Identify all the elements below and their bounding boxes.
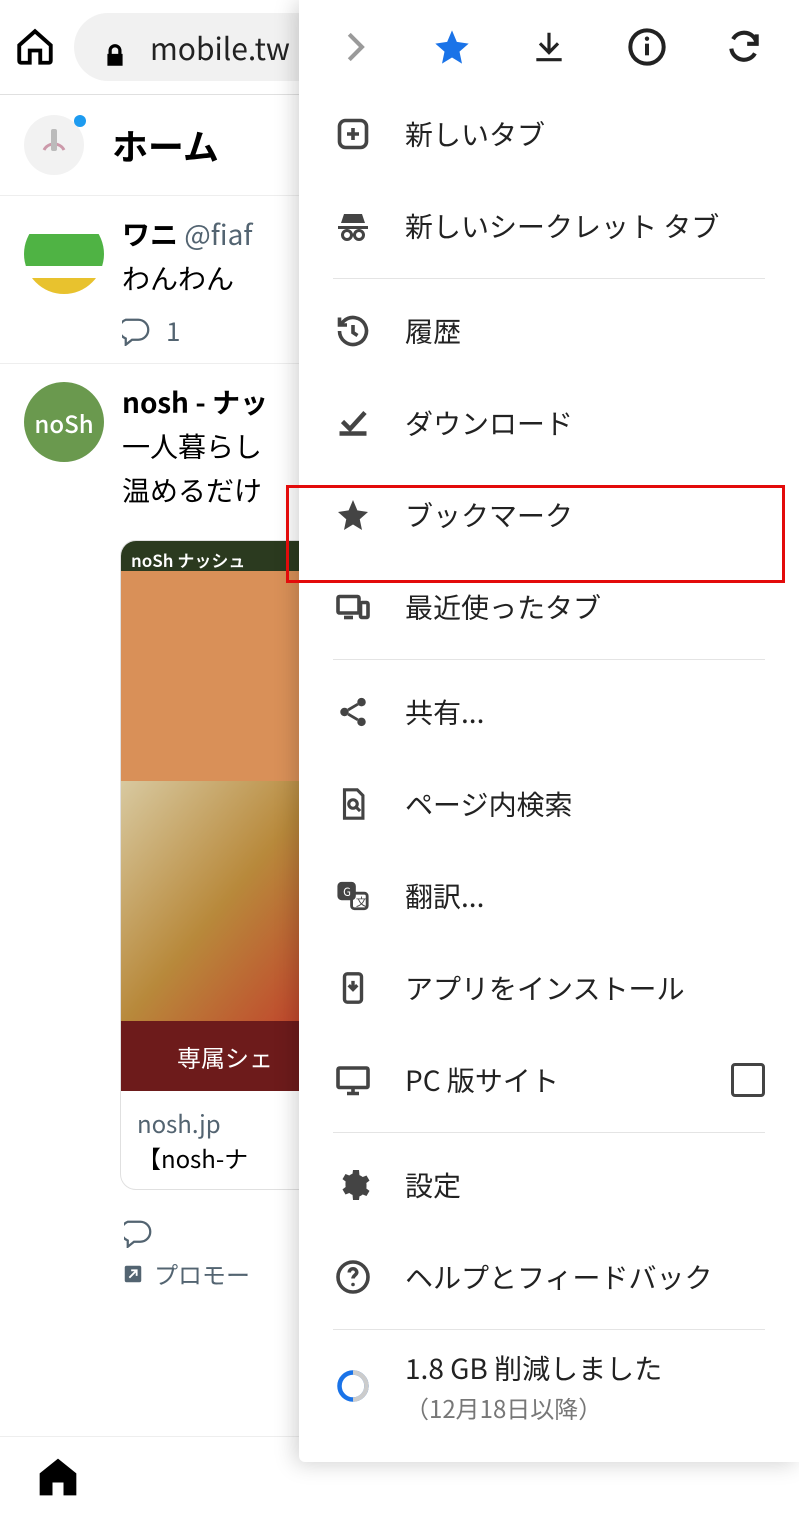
handle: @fiaf (184, 214, 252, 254)
menu-label: 1.8 GB 削減しました (405, 1348, 765, 1388)
install-icon (333, 968, 373, 1008)
menu-incognito[interactable]: 新しいシークレット タブ (299, 180, 799, 272)
menu-new-tab[interactable]: 新しいタブ (299, 88, 799, 180)
lock-icon (102, 34, 128, 60)
info-icon[interactable] (626, 26, 668, 68)
browser-menu: 新しいタブ 新しいシークレット タブ 履歴 ダウンロード ブックマーク 最近使っ… (299, 0, 799, 1462)
menu-label: ダウンロード (405, 403, 765, 443)
display-name: nosh - ナッ (122, 382, 268, 422)
tweet-avatar[interactable]: noSh (24, 382, 104, 462)
menu-label: PC 版サイト (405, 1060, 731, 1100)
menu-label: ページ内検索 (405, 784, 765, 824)
menu-install-app[interactable]: アプリをインストール (299, 942, 799, 1034)
menu-desktop-site[interactable]: PC 版サイト (299, 1034, 799, 1126)
menu-label: 翻訳... (405, 876, 765, 916)
menu-label: 共有... (405, 692, 765, 732)
card-image (121, 541, 329, 781)
plus-square-icon (333, 114, 373, 154)
display-name: ワニ (122, 214, 178, 254)
check-icon (333, 403, 373, 443)
data-saver-icon (333, 1366, 373, 1406)
star-icon (333, 495, 373, 535)
card-image (121, 781, 329, 1021)
gear-icon (333, 1165, 373, 1205)
find-in-page-icon (333, 784, 373, 824)
menu-label: ブックマーク (405, 495, 765, 535)
menu-label: 履歴 (405, 311, 765, 351)
menu-label: ヘルプとフィードバック (405, 1257, 765, 1297)
menu-data-saver[interactable]: 1.8 GB 削減しました （12月18日以降） (299, 1336, 799, 1436)
menu-bookmarks[interactable]: ブックマーク (299, 469, 799, 561)
history-icon (333, 311, 373, 351)
menu-translate[interactable]: G文 翻訳... (299, 850, 799, 942)
home-icon[interactable] (14, 26, 56, 68)
menu-label: 新しいシークレット タブ (405, 206, 765, 246)
tweet-avatar[interactable] (24, 214, 104, 294)
menu-label: 最近使ったタブ (405, 587, 765, 627)
card-band: 専属シェ (121, 1021, 329, 1091)
menu-label: 新しいタブ (405, 114, 765, 154)
nav-home-icon[interactable] (36, 1455, 80, 1504)
menu-recent-tabs[interactable]: 最近使ったタブ (299, 561, 799, 653)
menu-label: アプリをインストール (405, 968, 765, 1008)
menu-downloads[interactable]: ダウンロード (299, 377, 799, 469)
menu-history[interactable]: 履歴 (299, 285, 799, 377)
page-title: ホーム (112, 119, 219, 171)
forward-icon[interactable] (333, 26, 375, 68)
menu-find[interactable]: ページ内検索 (299, 758, 799, 850)
share-icon (333, 692, 373, 732)
card-domain: nosh.jp (137, 1105, 313, 1140)
incognito-icon (333, 206, 373, 246)
avatar[interactable] (24, 115, 84, 175)
star-icon[interactable] (431, 26, 473, 68)
help-icon (333, 1257, 373, 1297)
refresh-icon[interactable] (723, 26, 765, 68)
reply-count: 1 (166, 312, 180, 349)
devices-icon (333, 587, 373, 627)
menu-settings[interactable]: 設定 (299, 1139, 799, 1231)
notification-dot (74, 115, 86, 127)
menu-label: 設定 (405, 1165, 765, 1205)
download-icon[interactable] (528, 26, 570, 68)
checkbox[interactable] (731, 1063, 765, 1097)
menu-share[interactable]: 共有... (299, 666, 799, 758)
svg-text:G: G (343, 884, 351, 900)
menu-sublabel: （12月18日以降） (405, 1390, 765, 1425)
translate-icon: G文 (333, 876, 373, 916)
menu-help[interactable]: ヘルプとフィードバック (299, 1231, 799, 1323)
svg-text:文: 文 (356, 894, 367, 910)
url-text: mobile.tw (150, 25, 290, 69)
desktop-icon (333, 1060, 373, 1100)
card-title: 【nosh-ナ (137, 1140, 313, 1175)
